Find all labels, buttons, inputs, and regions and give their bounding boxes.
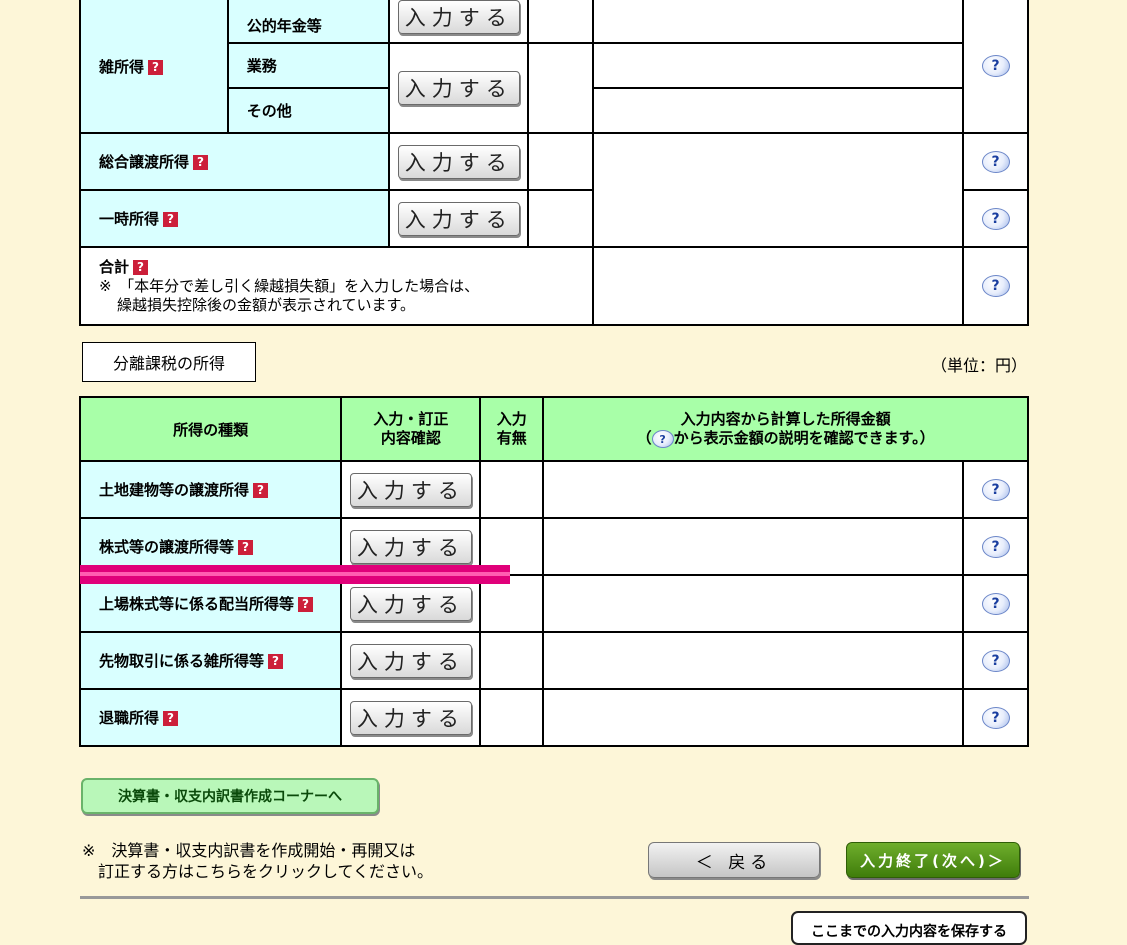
total-label: 合計? ※ 「本年分で差し引く繰越損失額」を入力した場合は、 繰越損失控除後の金…	[78, 246, 595, 326]
question-mark-icon[interactable]: ?	[133, 259, 149, 275]
row-label: 先物取引に係る雑所得等	[99, 652, 265, 670]
input-button[interactable]: 入力する	[397, 1, 520, 34]
question-mark-icon[interactable]: ?	[163, 711, 179, 726]
help-balloon-icon[interactable]: ?	[981, 649, 1010, 672]
header-amount: 入力内容から計算した所得金額 （? から表示金額の説明を確認できます。）	[542, 396, 1029, 462]
highlight-line	[80, 572, 510, 576]
help-balloon-icon[interactable]: ?	[981, 55, 1010, 77]
help-balloon-icon[interactable]: ?	[981, 275, 1010, 297]
input-button[interactable]: 入力する	[397, 144, 520, 179]
unit-label: （単位：円）	[931, 356, 1028, 375]
comprehensive-income-table: 雑所得? 公的年金等 入力する ? 業務 入力する その他 総合譲渡所得? 入力…	[78, 0, 1029, 326]
misc-sub-business: 業務	[226, 42, 391, 89]
table-row: 先物取引に係る雑所得等? 入力する ?	[78, 631, 1029, 690]
misc-sub-other: その他	[226, 87, 391, 134]
help-balloon-icon[interactable]: ?	[981, 706, 1010, 729]
amount-cell	[542, 574, 965, 633]
composite-transfer-label: 総合譲渡所得?	[78, 132, 391, 191]
input-button[interactable]: 入力する	[349, 643, 472, 678]
question-mark-icon[interactable]: ?	[238, 540, 254, 555]
misc-sub-pension: 公的年金等	[226, 0, 391, 44]
input-button[interactable]: 入力する	[349, 529, 472, 564]
header-income-type: 所得の種類	[78, 396, 343, 462]
help-balloon-icon: ?	[651, 430, 674, 449]
save-progress-button[interactable]: ここまでの入力内容を保存する	[791, 911, 1027, 945]
input-button[interactable]: 入力する	[397, 71, 520, 105]
input-cell: 入力する	[388, 0, 530, 44]
help-balloon-icon[interactable]: ?	[981, 535, 1010, 558]
row-label: 上場株式等に係る配当所得等	[99, 595, 295, 613]
input-button[interactable]: 入力する	[397, 201, 520, 236]
misc-income-label: 雑所得?	[79, 0, 229, 134]
table-row: 土地建物等の譲渡所得? 入力する ?	[78, 460, 1029, 519]
input-button[interactable]: 入力する	[349, 472, 472, 507]
row-label: 土地建物等の譲渡所得	[99, 481, 250, 499]
presence-cell	[479, 460, 545, 519]
amount-cell	[542, 688, 965, 747]
temporary-income-label: 一時所得?	[78, 189, 391, 248]
presence-cell	[479, 688, 545, 747]
amount-cell	[542, 517, 965, 576]
help-balloon-icon[interactable]: ?	[981, 592, 1010, 615]
row-label: 株式等の譲渡所得等	[99, 538, 235, 556]
help-balloon-icon[interactable]: ?	[981, 478, 1010, 501]
help-balloon-icon[interactable]: ?	[981, 150, 1010, 173]
amount-cell	[542, 631, 965, 690]
question-mark-icon[interactable]: ?	[268, 654, 284, 669]
closing-note: ※ 決算書・収支内訳書を作成開始・再開又は 訂正する方はこちらをクリックしてくだ…	[82, 841, 434, 881]
row-label: 退職所得	[99, 709, 160, 727]
amount-cell	[542, 460, 965, 519]
header-presence: 入力 有無	[479, 396, 545, 462]
question-mark-icon[interactable]: ?	[193, 155, 209, 170]
table-row: 退職所得? 入力する ?	[78, 688, 1029, 747]
input-button[interactable]: 入力する	[349, 586, 472, 621]
question-mark-icon[interactable]: ?	[163, 212, 179, 227]
question-mark-icon[interactable]: ?	[253, 483, 269, 498]
section-title-separate-taxation: 分離課税の所得	[82, 342, 256, 382]
back-button[interactable]: ＜ 戻る	[648, 842, 820, 878]
presence-cell	[479, 631, 545, 690]
question-mark-icon[interactable]: ?	[148, 59, 164, 75]
question-mark-icon[interactable]: ?	[298, 597, 314, 612]
total-amount	[592, 246, 965, 326]
help-balloon-icon[interactable]: ?	[981, 207, 1010, 230]
divider	[80, 896, 1029, 899]
header-confirm: 入力・訂正 内容確認	[340, 396, 482, 462]
input-button[interactable]: 入力する	[349, 700, 472, 735]
closing-statement-corner-button[interactable]: 決算書・収支内訳書作成コーナーへ	[81, 778, 379, 814]
next-button[interactable]: 入力終了(次へ)＞	[846, 842, 1020, 878]
